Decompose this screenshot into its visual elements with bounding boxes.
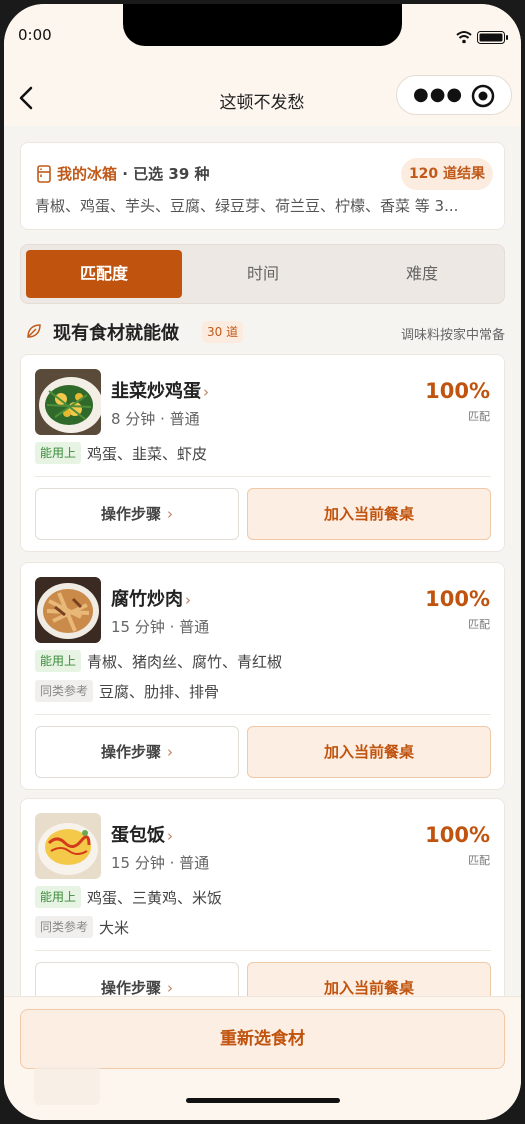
- next-recipe-peek: [34, 1065, 100, 1105]
- recipe-meta: 8 分钟 · 普通: [111, 410, 200, 428]
- can-use-ingredients: 青椒、猪肉丝、腐竹、青红椒: [87, 652, 283, 671]
- can-use-row: 能用上 鸡蛋、韭菜、虾皮: [35, 442, 207, 464]
- recipe-card: 蛋包饭 › 15 分钟 · 普通 100% 匹配 能用上 鸡蛋、三黄鸡、米饭 同类参…: [20, 798, 505, 1026]
- nav-bar: 这顿不发愁 ●●●: [4, 70, 521, 126]
- similar-tag: 同类参考: [35, 916, 94, 938]
- bottom-action-bar: 重新选食材: [4, 996, 521, 1120]
- steps-button-label: 操作步骤: [100, 743, 161, 761]
- recipe-title-text: 韭菜炒鸡蛋: [111, 381, 201, 402]
- results-count-badge: 120 道结果: [401, 158, 493, 190]
- steps-button-label: 操作步骤: [100, 505, 161, 523]
- match-label: 匹配: [468, 618, 490, 631]
- divider: [35, 476, 491, 477]
- chevron-right-icon: ›: [167, 743, 173, 761]
- recipe-title[interactable]: 腐竹炒肉 ›: [111, 585, 191, 611]
- add-to-table-button[interactable]: 加入当前餐桌: [247, 488, 491, 540]
- recipe-card: 韭菜炒鸡蛋 › 8 分钟 · 普通 100% 匹配 能用上 鸡蛋、韭菜、虾皮 操作步…: [20, 354, 505, 552]
- section-title: 现有食材就能做: [53, 323, 179, 344]
- tab-difficulty[interactable]: 难度: [344, 250, 500, 298]
- home-indicator: [186, 1098, 340, 1103]
- status-bar: 0:00: [4, 4, 521, 70]
- main-content: 我的冰箱 · 已选 39 种 120 道结果 青椒、鸡蛋、芋头、豆腐、绿豆芽、荷…: [4, 126, 521, 1120]
- recipe-meta: 15 分钟 · 普通: [111, 618, 210, 636]
- section-header: 现有食材就能做 30 道 调味料按家中常备: [20, 318, 505, 346]
- recipe-meta: 15 分钟 · 普通: [111, 854, 210, 872]
- mini-program-capsule: ●●●: [396, 75, 512, 115]
- recipe-title-text: 蛋包饭: [111, 825, 165, 846]
- similar-row: 同类参考 豆腐、肋排、排骨: [35, 680, 219, 702]
- divider: [35, 714, 491, 715]
- wifi-icon: [456, 31, 472, 44]
- match-label: 匹配: [468, 854, 490, 867]
- similar-tag: 同类参考: [35, 680, 94, 702]
- chevron-right-icon: ›: [185, 591, 191, 609]
- page-title: 这顿不发愁: [219, 93, 305, 113]
- status-time: 0:00: [18, 26, 52, 44]
- section-note: 调味料按家中常备: [400, 328, 505, 343]
- back-arrow-icon[interactable]: [12, 82, 42, 114]
- can-use-ingredients: 鸡蛋、韭菜、虾皮: [87, 444, 208, 463]
- section-count-badge: 30 道: [202, 321, 244, 343]
- can-use-tag: 能用上: [35, 442, 82, 464]
- recipe-title[interactable]: 蛋包饭 ›: [111, 821, 173, 847]
- fridge-summary-card[interactable]: 我的冰箱 · 已选 39 种 120 道结果 青椒、鸡蛋、芋头、豆腐、绿豆芽、荷…: [20, 142, 505, 230]
- can-use-row: 能用上 鸡蛋、三黄鸡、米饭: [35, 886, 222, 908]
- recipe-image[interactable]: [35, 577, 101, 643]
- recipe-card: 腐竹炒肉 › 15 分钟 · 普通 100% 匹配 能用上 青椒、猪肉丝、腐竹、青红…: [20, 562, 505, 790]
- reselect-ingredients-button[interactable]: 重新选食材: [20, 1009, 505, 1069]
- steps-button[interactable]: 操作步骤 ›: [35, 726, 239, 778]
- match-percent: 100%: [425, 379, 490, 403]
- sort-tabs: 匹配度 时间 难度: [20, 244, 505, 304]
- steps-button-label: 操作步骤: [100, 979, 161, 997]
- battery-icon: [477, 31, 508, 44]
- target-icon[interactable]: [471, 84, 495, 108]
- leaf-icon: [27, 324, 41, 338]
- recipe-image[interactable]: [35, 813, 101, 879]
- notch: [123, 4, 402, 46]
- chevron-right-icon: ›: [203, 383, 209, 401]
- match-label: 匹配: [468, 410, 490, 423]
- chevron-right-icon: ›: [167, 827, 173, 845]
- add-to-table-button[interactable]: 加入当前餐桌: [247, 726, 491, 778]
- fridge-label: 我的冰箱: [57, 165, 118, 183]
- divider: [35, 950, 491, 951]
- fridge-icon: [37, 165, 51, 183]
- chevron-right-icon: ›: [167, 505, 173, 523]
- tab-time[interactable]: 时间: [185, 250, 341, 298]
- match-percent: 100%: [425, 587, 490, 611]
- can-use-tag: 能用上: [35, 886, 82, 908]
- match-percent: 100%: [425, 823, 490, 847]
- tab-match[interactable]: 匹配度: [26, 250, 182, 298]
- recipe-title-text: 腐竹炒肉: [111, 589, 183, 610]
- recipe-image[interactable]: [35, 369, 101, 435]
- steps-button[interactable]: 操作步骤 ›: [35, 488, 239, 540]
- can-use-row: 能用上 青椒、猪肉丝、腐竹、青红椒: [35, 650, 282, 672]
- similar-ingredients: 豆腐、肋排、排骨: [99, 682, 220, 701]
- fridge-title: 我的冰箱 · 已选 39 种: [57, 163, 209, 184]
- recipe-title[interactable]: 韭菜炒鸡蛋 ›: [111, 377, 209, 403]
- fridge-selected-count: · 已选 39 种: [117, 165, 210, 183]
- more-dots-icon[interactable]: ●●●: [413, 84, 463, 106]
- can-use-tag: 能用上: [35, 650, 82, 672]
- similar-row: 同类参考 大米: [35, 916, 129, 938]
- chevron-right-icon: ›: [167, 979, 173, 997]
- similar-ingredients: 大米: [99, 918, 130, 937]
- can-use-ingredients: 鸡蛋、三黄鸡、米饭: [87, 888, 223, 907]
- phone-screen: 0:00 这顿不发愁 ●●● 我的冰箱 · 已选 39 种 120 道结果 青椒…: [4, 4, 521, 1120]
- fridge-items-list: 青椒、鸡蛋、芋头、豆腐、绿豆芽、荷兰豆、柠檬、香菜 等 3...: [35, 197, 459, 215]
